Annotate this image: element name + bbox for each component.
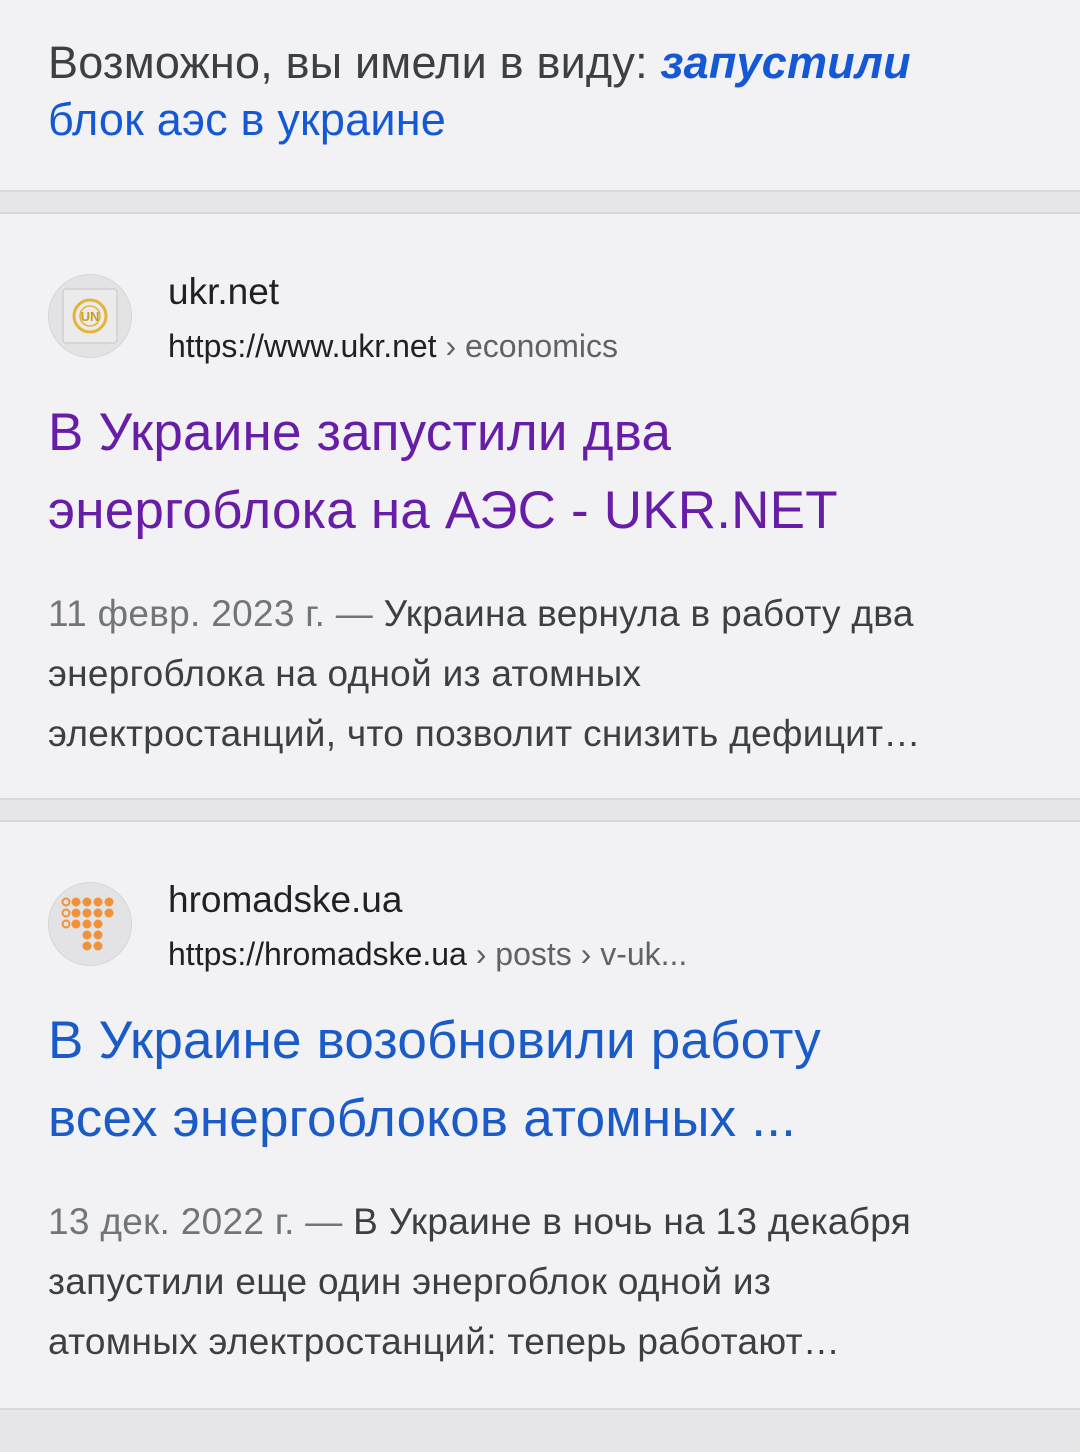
snippet-line: электростанций, что позволит снизить деф… — [48, 713, 921, 754]
search-result: UN ukr.net https://www.ukr.net › economi… — [0, 212, 1080, 800]
search-result: hromadske.ua https://hromadske.ua › post… — [0, 820, 1080, 1410]
result-date: 11 февр. 2023 г. — — [48, 593, 384, 634]
title-line: В Украине возобновили работу — [48, 1011, 821, 1070]
did-you-mean-prefix: Возможно, вы имели в виду: — [48, 37, 661, 88]
result-title-link[interactable]: В Украине возобновили работу всех энерго… — [48, 1002, 1032, 1158]
title-line: В Украине запустили два — [48, 403, 672, 462]
url-base: https://hromadske.ua — [168, 936, 467, 972]
result-date: 13 дек. 2022 г. — — [48, 1201, 354, 1242]
did-you-mean-text: Возможно, вы имели в виду: запустили блок… — [48, 34, 1032, 148]
url-breadcrumb: › posts › v-uk... — [466, 936, 688, 972]
title-line: энергоблока на АЭС - UKR.NET — [48, 481, 838, 540]
result-snippet: 13 дек. 2022 г. — В Украине в ночь на 13… — [48, 1192, 1032, 1372]
hromadske-logo-icon[interactable] — [48, 882, 132, 966]
snippet-line: запустили еще один энергоблок одной из — [48, 1261, 772, 1302]
card-gap — [0, 192, 1080, 212]
result-source[interactable]: hromadske.ua https://hromadske.ua › post… — [48, 879, 1032, 974]
corrected-word: запустили — [660, 37, 911, 88]
title-line: всех энергоблоков атомных ... — [48, 1089, 797, 1148]
result-source[interactable]: UN ukr.net https://www.ukr.net › economi… — [48, 271, 1032, 366]
snippet-line: В Украине в ночь на 13 декабря — [353, 1201, 912, 1242]
snippet-line: энергоблока на одной из атомных — [48, 653, 642, 694]
site-url: https://hromadske.ua › posts › v-uk... — [168, 934, 687, 974]
site-name: hromadske.ua — [168, 879, 403, 920]
site-url: https://www.ukr.net › economics — [168, 326, 618, 366]
url-base: https://www.ukr.net — [168, 328, 437, 364]
site-name: ukr.net — [168, 271, 280, 312]
card-gap — [0, 800, 1080, 820]
ukr-net-logo-icon[interactable]: UN — [48, 274, 132, 358]
svg-text:UN: UN — [81, 309, 100, 324]
snippet-line: атомных электростанций: теперь работают… — [48, 1321, 841, 1362]
result-title-link[interactable]: В Украине запустили два энергоблока на А… — [48, 394, 1032, 550]
did-you-mean-card: Возможно, вы имели в виду: запустили блок… — [0, 0, 1080, 192]
card-gap — [0, 1410, 1080, 1430]
result-snippet: 11 февр. 2023 г. — Украина вернула в раб… — [48, 584, 1032, 764]
snippet-line: Украина вернула в работу два — [383, 593, 914, 634]
corrected-rest: блок аэс в украине — [48, 94, 446, 145]
url-breadcrumb: › economics — [436, 328, 618, 364]
